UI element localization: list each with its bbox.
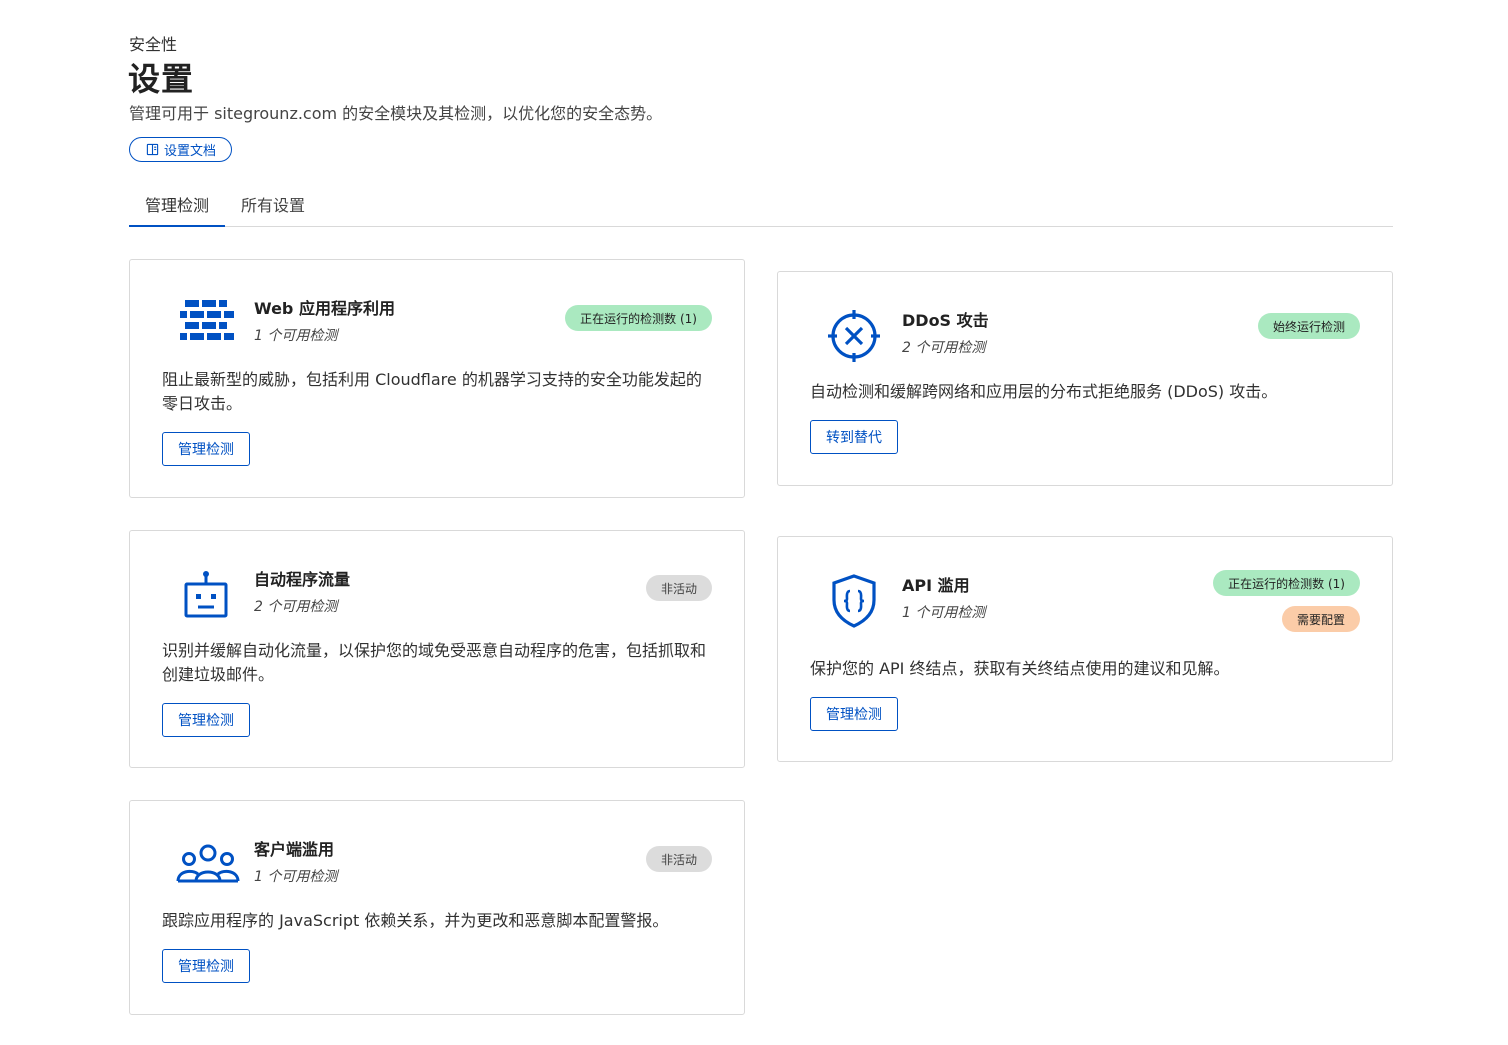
page-description: 管理可用于 sitegrounz.com 的安全模块及其检测，以优化您的安全态势… (129, 100, 662, 124)
book-icon (146, 143, 159, 156)
page-title: 设置 (128, 54, 194, 100)
card-description: 识别并缓解自动化流量，以保护您的域免受恶意自动程序的危害，包括抓取和创建垃圾邮件… (162, 639, 708, 687)
tab-manage-detections[interactable]: 管理检测 (129, 186, 225, 227)
card-subtitle: 2 个可用检测 (254, 596, 337, 616)
card-subtitle: 1 个可用检测 (254, 866, 337, 886)
crosshair-icon (826, 308, 882, 364)
card-description: 保护您的 API 终结点，获取有关终结点使用的建议和见解。 (810, 657, 1356, 681)
robot-icon (178, 567, 234, 623)
card-ddos: DDoS 攻击 2 个可用检测 始终运行检测 自动检测和缓解跨网络和应用层的分布… (777, 271, 1393, 486)
status-badge: 始终运行检测 (1258, 313, 1360, 339)
card-bot-traffic: 自动程序流量 2 个可用检测 非活动 识别并缓解自动化流量，以保护您的域免受恶意… (129, 530, 745, 768)
card-subtitle: 1 个可用检测 (902, 602, 985, 622)
status-badge: 非活动 (646, 846, 712, 872)
breadcrumb[interactable]: 安全性 (129, 31, 177, 55)
docs-button[interactable]: 设置文档 (129, 137, 232, 162)
docs-button-label: 设置文档 (164, 140, 216, 159)
card-title: DDoS 攻击 (902, 307, 989, 331)
card-subtitle: 1 个可用检测 (254, 325, 337, 345)
api-shield-icon (826, 573, 882, 629)
card-description: 自动检测和缓解跨网络和应用层的分布式拒绝服务 (DDoS) 攻击。 (810, 380, 1356, 404)
users-icon (176, 835, 240, 891)
card-client-side-abuse: 客户端滥用 1 个可用检测 非活动 跟踪应用程序的 JavaScript 依赖关… (129, 800, 745, 1015)
card-title: Web 应用程序利用 (254, 295, 395, 319)
manage-detections-button[interactable]: 管理检测 (162, 949, 250, 983)
card-web-app-exploits: Web 应用程序利用 1 个可用检测 正在运行的检测数 (1) 阻止最新型的威胁… (129, 259, 745, 498)
card-title: API 滥用 (902, 572, 970, 596)
config-required-badge: 需要配置 (1282, 606, 1360, 632)
go-to-overrides-button[interactable]: 转到替代 (810, 420, 898, 454)
status-badge: 正在运行的检测数 (1) (565, 305, 712, 331)
manage-detections-button[interactable]: 管理检测 (810, 697, 898, 731)
card-description: 阻止最新型的威胁，包括利用 Cloudflare 的机器学习支持的安全功能发起的… (162, 368, 708, 416)
card-description: 跟踪应用程序的 JavaScript 依赖关系，并为更改和恶意脚本配置警报。 (162, 909, 708, 933)
card-title: 客户端滥用 (254, 836, 334, 860)
card-subtitle: 2 个可用检测 (902, 337, 985, 357)
manage-detections-button[interactable]: 管理检测 (162, 432, 250, 466)
card-title: 自动程序流量 (254, 566, 350, 590)
manage-detections-button[interactable]: 管理检测 (162, 703, 250, 737)
status-badge: 非活动 (646, 575, 712, 601)
card-api-abuse: API 滥用 1 个可用检测 正在运行的检测数 (1) 需要配置 保护您的 AP… (777, 536, 1393, 762)
firewall-icon (178, 296, 234, 352)
status-badge: 正在运行的检测数 (1) (1213, 570, 1360, 596)
tab-bar: 管理检测 所有设置 (129, 186, 1393, 227)
tab-all-settings[interactable]: 所有设置 (225, 186, 321, 227)
